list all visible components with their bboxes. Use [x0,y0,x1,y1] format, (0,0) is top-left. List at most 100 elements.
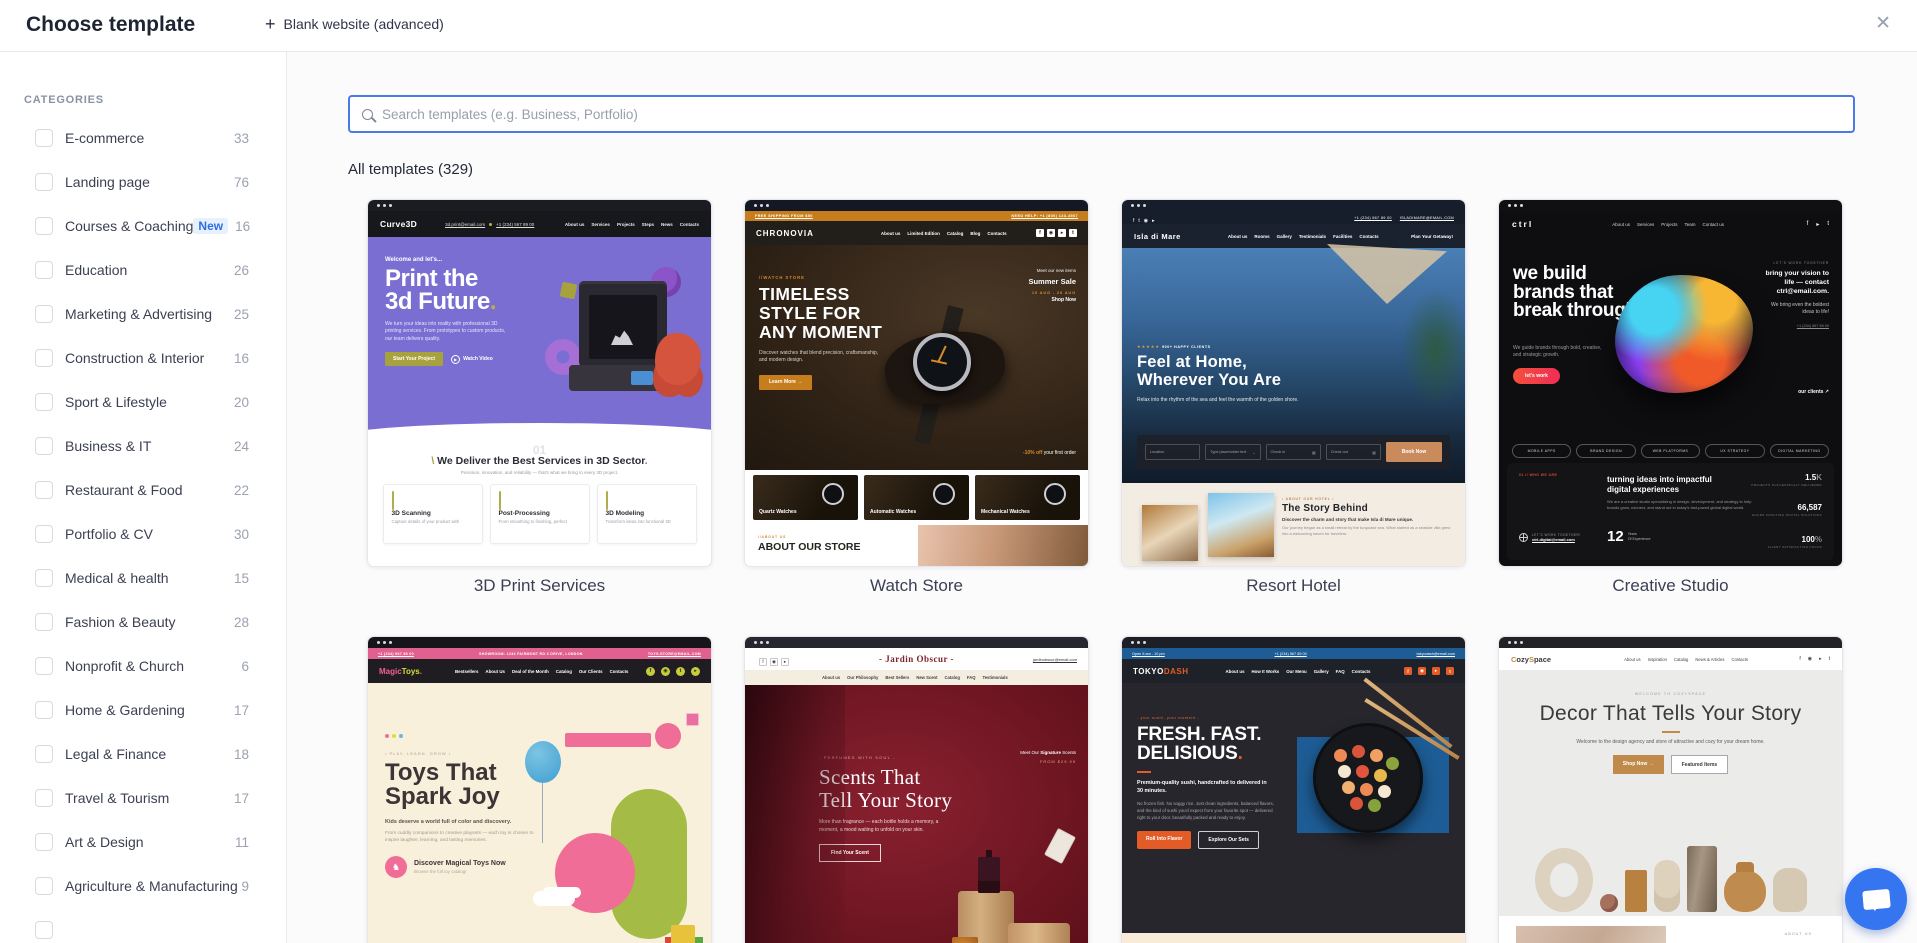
category-item[interactable]: Medical & health 15 [0,556,286,600]
template-card-3d-print-services[interactable]: Curve3D 3d.print@email.com+1 (234) 567 8… [367,199,712,606]
category-checkbox[interactable] [35,745,53,763]
category-label: Fashion & Beauty [65,614,176,630]
feature-card: 3D ScanningCapture details of your produ… [383,484,483,544]
category-item[interactable]: Marketing & Advertising 25 [0,292,286,336]
template-card-magictoys[interactable]: +1 (234) 567 89 00SHOWROOM: 1234 FAIRMON… [367,636,712,943]
mini-cta-button: Roll Into Flavor [1137,831,1191,849]
browser-chrome [368,200,711,211]
category-checkbox[interactable] [35,393,53,411]
category-checkbox[interactable] [35,657,53,675]
category-checkbox[interactable] [35,261,53,279]
category-count: 18 [234,747,249,762]
category-item[interactable]: Construction & Interior 16 [0,336,286,380]
category-item[interactable]: Courses & Coaching New 16 [0,204,286,248]
mini-nav-link: About us [822,675,840,680]
mini-nav-link: Steps [642,222,654,227]
category-checkbox[interactable] [35,789,53,807]
category-item[interactable]: Nonprofit & Church 6 [0,644,286,688]
template-preview[interactable]: CozySpace About usInspirationCatalogNews… [1498,636,1843,943]
category-item[interactable] [0,908,286,943]
close-icon[interactable]: ✕ [1875,12,1891,35]
service-pill: UX STRATEGY [1705,444,1764,458]
template-preview[interactable]: Curve3D 3d.print@email.com+1 (234) 567 8… [367,199,712,567]
feature-card: Post-ProcessingFrom smoothing to finishi… [490,484,590,544]
category-count: 26 [234,263,249,278]
template-preview[interactable]: Open 8 am - 10 pm+1 (234) 567 89 00tokyo… [1121,636,1466,943]
chat-button[interactable] [1845,868,1907,930]
social-icon: ◉ [1047,229,1055,237]
mini-nav: About usRoomsGalleryTestimonialsFaciliti… [1221,234,1379,239]
template-card-jardin-obscur[interactable]: f◉▸ - Jardin Obscur - jardinobscur@email… [744,636,1089,943]
templates-panel: All templates (329) Curve3D 3d.print@ema… [287,52,1917,943]
social-icon: ▸ [1058,229,1066,237]
category-item[interactable]: Art & Design 11 [0,820,286,864]
blank-website-button[interactable]: + Blank website (advanced) [265,15,444,33]
category-checkbox[interactable] [35,701,53,719]
mini-nav: About usHow It WorksOur MenuGalleryFAQCo… [1218,669,1370,674]
template-preview[interactable]: f◉▸ - Jardin Obscur - jardinobscur@email… [744,636,1089,943]
category-label: Agriculture & Manufacturing [65,878,238,894]
category-item[interactable]: Education 26 [0,248,286,292]
category-count: 15 [234,571,249,586]
mini-nav-link: Contacts [610,669,629,674]
social-icons: f◉▸t [1033,229,1077,237]
social-icon: t [1069,229,1077,237]
category-item[interactable]: Restaurant & Food 22 [0,468,286,512]
mini-nav-link: Catalog [556,669,572,674]
category-item[interactable]: Fashion & Beauty 28 [0,600,286,644]
mini-nav: About usOur PhilosophyBest SellersNew Sc… [745,670,1088,685]
category-item[interactable]: Sport & Lifestyle 20 [0,380,286,424]
category-label: Medical & health [65,570,169,586]
category-checkbox[interactable] [35,349,53,367]
category-checkbox[interactable] [35,921,53,939]
category-item[interactable]: Portfolio & CV 30 [0,512,286,556]
category-checkbox[interactable] [35,217,53,235]
mini-nav-link: FAQ [967,675,976,680]
category-item[interactable]: Agriculture & Manufacturing 9 [0,864,286,908]
category-checkbox[interactable] [35,173,53,191]
category-label: Marketing & Advertising [65,306,212,322]
search-bar[interactable] [348,95,1855,133]
mini-nav-link: Services [591,222,610,227]
category-count: 33 [234,131,249,146]
template-name: 3D Print Services [367,576,712,606]
social-icon: t [1446,667,1454,675]
category-item[interactable]: Home & Gardening 17 [0,688,286,732]
template-card-cozyspace[interactable]: CozySpace About usInspirationCatalogNews… [1498,636,1843,943]
mini-nav-link: Contact us [1703,222,1725,227]
category-checkbox[interactable] [35,613,53,631]
category-checkbox[interactable] [35,525,53,543]
template-card-creative-studio[interactable]: ctrl About usServicesProjectsTeamContact… [1498,199,1843,606]
service-pill: WEB PLATFORMS [1641,444,1700,458]
template-preview[interactable]: ft◉▸ +1 (234) 567 89 00ISLADIMARE@EMAIL.… [1121,199,1466,567]
category-checkbox[interactable] [35,129,53,147]
template-preview[interactable]: ctrl About usServicesProjectsTeamContact… [1498,199,1843,567]
category-checkbox[interactable] [35,833,53,851]
template-card-watch-store[interactable]: FREE SHIPPING FROM $50NEED HELP: +1 (800… [744,199,1089,606]
category-item[interactable]: Business & IT 24 [0,424,286,468]
chevron-down-icon: ⌄ [1252,450,1255,455]
category-checkbox[interactable] [35,481,53,499]
kids-illustration [525,713,705,943]
search-input[interactable] [382,107,1841,122]
category-item[interactable]: Legal & Finance 18 [0,732,286,776]
category-checkbox[interactable] [35,877,53,895]
category-checkbox[interactable] [35,437,53,455]
perfume-bottle [952,937,978,943]
mini-cta-button: Shop Now → [1613,755,1664,774]
mini-nav-link: Testimonials [982,675,1007,680]
category-label: Courses & Coaching [65,218,193,234]
category-checkbox[interactable] [35,569,53,587]
category-label: Nonprofit & Church [65,658,184,674]
template-card-resort-hotel[interactable]: ft◉▸ +1 (234) 567 89 00ISLADIMARE@EMAIL.… [1121,199,1466,606]
category-checkbox[interactable] [35,305,53,323]
social-icons: f▸t [1804,221,1829,228]
category-item[interactable]: Landing page 76 [0,160,286,204]
template-card-tokyodash[interactable]: Open 8 am - 10 pm+1 (234) 567 89 00tokyo… [1121,636,1466,943]
template-preview[interactable]: +1 (234) 567 89 00SHOWROOM: 1234 FAIRMON… [367,636,712,943]
category-item[interactable]: E-commerce 33 [0,116,286,160]
template-preview[interactable]: FREE SHIPPING FROM $50NEED HELP: +1 (800… [744,199,1089,567]
category-item[interactable]: Travel & Tourism 17 [0,776,286,820]
mini-nav-link: Contacts [987,231,1006,236]
category-label: Home & Gardening [65,702,185,718]
